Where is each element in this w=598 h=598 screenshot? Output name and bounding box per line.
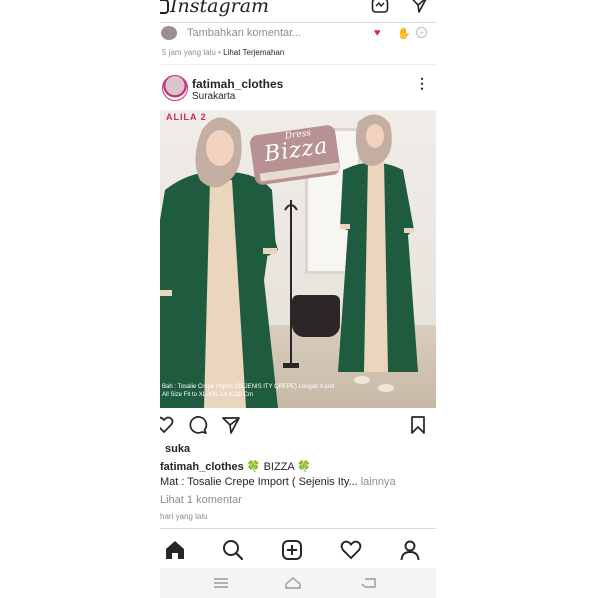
quick-heart-icon[interactable]: ♥: [374, 27, 381, 39]
previous-post-time-row: 5 jam yang lalu • Lihat Terjemahan: [162, 48, 284, 57]
system-nav-bar: [160, 568, 436, 598]
home-icon[interactable]: [164, 539, 186, 561]
overlay-line-2: All Size Fit to XL-XXL Ld ±110 Cm: [162, 392, 253, 398]
post-timestamp: 5 jam yang lalu: [162, 48, 216, 57]
home-button-icon[interactable]: [284, 577, 302, 589]
profile-icon[interactable]: [399, 539, 421, 561]
post-timestamp: hari yang lalu: [160, 512, 208, 521]
caption-username[interactable]: fatimah_clothes: [160, 461, 244, 473]
previous-post-comment-row: Tambahkan komentar... ♥ ✋ +: [160, 24, 436, 42]
translate-link[interactable]: Lihat Terjemahan: [223, 48, 284, 57]
clover-emoji: 🍀: [246, 461, 261, 473]
brand-watermark: ALILA 2: [166, 112, 207, 122]
igtv-icon[interactable]: [371, 0, 389, 14]
post-username[interactable]: fatimah_clothes: [192, 77, 283, 91]
overlay-line-1: Bah : Tosalie Crepe Import (SEJENIS ITY …: [162, 384, 335, 390]
post-location[interactable]: Surakarta: [192, 91, 235, 102]
more-options-icon[interactable]: ⋮: [415, 76, 429, 90]
caption-title: BIZZA: [263, 461, 295, 473]
share-icon[interactable]: [221, 415, 241, 435]
caption-text: Mat : Tosalie Crepe Import ( Sejenis Ity…: [160, 476, 358, 488]
clover-emoji: 🍀: [297, 461, 311, 473]
bottom-nav: [160, 528, 436, 569]
back-button-icon[interactable]: [360, 577, 378, 589]
top-bar: Instagram: [160, 0, 436, 23]
likes-count[interactable]: suka: [165, 443, 190, 455]
divider: [160, 64, 436, 65]
add-reaction-icon[interactable]: +: [416, 27, 427, 38]
direct-message-icon[interactable]: [410, 0, 428, 14]
camera-icon[interactable]: [160, 0, 169, 14]
recent-apps-icon[interactable]: [212, 577, 230, 589]
model-right: [338, 114, 418, 392]
image-caption-overlay: Bah : Tosalie Crepe Import (SEJENIS ITY …: [162, 383, 335, 399]
app-logo: Instagram: [170, 0, 270, 17]
post-action-row: [160, 412, 436, 438]
avatar: [161, 26, 177, 40]
post-image[interactable]: ALILA 2 Dress Bizza Bah : Tosalie Crepe …: [160, 110, 436, 408]
add-post-icon[interactable]: [281, 539, 303, 561]
search-icon[interactable]: [222, 539, 244, 561]
post-header: fatimah_clothes Surakarta ⋮: [160, 72, 436, 106]
activity-heart-icon[interactable]: [340, 539, 362, 561]
comment-input[interactable]: Tambahkan komentar...: [187, 27, 301, 39]
separator-dot: •: [218, 48, 221, 57]
caption-more-link[interactable]: lainnya: [361, 476, 396, 488]
like-heart-icon[interactable]: [160, 415, 174, 435]
comment-icon[interactable]: [188, 415, 208, 435]
caption-line-2: Mat : Tosalie Crepe Import ( Sejenis Ity…: [160, 476, 396, 488]
view-comments-link[interactable]: Lihat 1 komentar: [160, 494, 242, 506]
post-caption: fatimah_clothes 🍀 BIZZA 🍀: [160, 460, 311, 473]
instagram-app: Instagram Tambahkan komentar... ♥ ✋ + 5 …: [160, 0, 436, 598]
save-bookmark-icon[interactable]: [409, 415, 427, 435]
quick-raised-hands-icon[interactable]: ✋: [397, 27, 411, 40]
user-avatar[interactable]: [162, 75, 188, 101]
